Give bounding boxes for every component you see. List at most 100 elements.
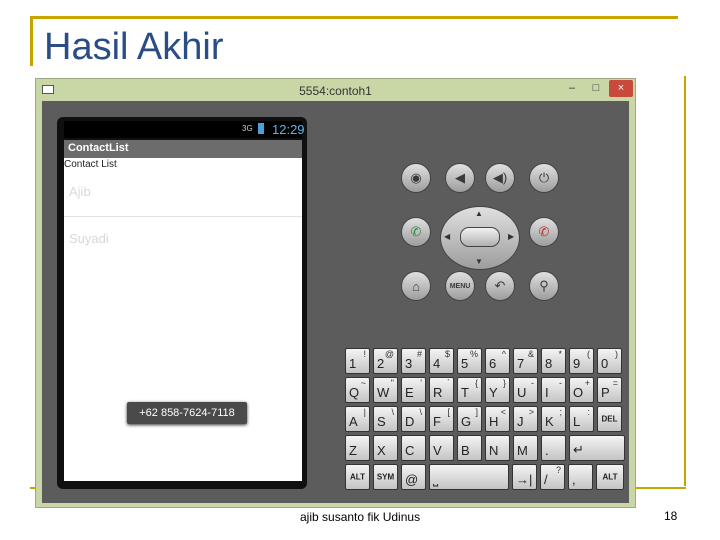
key[interactable]: U-	[513, 377, 538, 403]
key[interactable]: C	[401, 435, 426, 461]
key[interactable]: R `	[429, 377, 454, 403]
key[interactable]: ⎵	[429, 464, 509, 490]
key-label: H	[489, 414, 499, 429]
key-alt-label: %	[469, 349, 478, 359]
key[interactable]: B	[457, 435, 482, 461]
dpad-left-icon[interactable]: ◀	[444, 232, 450, 241]
close-button[interactable]: ×	[609, 80, 633, 97]
key[interactable]: 9(	[569, 348, 594, 374]
call-button[interactable]: ✆	[401, 217, 431, 247]
key-alt-label: `	[447, 378, 450, 388]
key[interactable]: 6 ^	[485, 348, 510, 374]
key-label: ↵	[573, 442, 584, 457]
key[interactable]: G]	[457, 406, 482, 432]
menu-button[interactable]: MENU	[445, 271, 475, 301]
power-button[interactable]: ⏻	[529, 163, 559, 193]
dpad-center-button[interactable]	[460, 227, 500, 247]
back-icon: ↶	[494, 278, 506, 293]
key-alt-label: #	[416, 349, 422, 359]
search-button[interactable]: ⚲	[529, 271, 559, 301]
emulator-body: 3G 12:29 ContactList Contact List Ajib S…	[42, 101, 629, 503]
volume-down-button[interactable]: ◀	[445, 163, 475, 193]
key-label: 2	[377, 356, 385, 371]
window-titlebar[interactable]: 5554:contoh1 – □ ×	[36, 79, 635, 101]
key[interactable]: T{	[457, 377, 482, 403]
key[interactable]: P =	[597, 377, 622, 403]
key[interactable]: Y}	[485, 377, 510, 403]
key-label: W	[377, 385, 390, 400]
key[interactable]: ↵	[569, 435, 625, 461]
key-alt-label: -	[531, 378, 534, 388]
key-label: 7	[517, 356, 525, 371]
key[interactable]: ALT	[596, 464, 624, 490]
minimize-button[interactable]: –	[561, 80, 583, 97]
key-label: U	[517, 385, 527, 400]
home-button[interactable]: ⌂	[401, 271, 431, 301]
key-label: /	[544, 472, 548, 487]
key[interactable]: W "	[373, 377, 398, 403]
dpad-up-icon[interactable]: ▲	[475, 209, 483, 218]
key-label: E	[405, 385, 414, 400]
key[interactable]: .	[541, 435, 566, 461]
end-call-button[interactable]: ✆	[529, 217, 559, 247]
app-title: ContactList	[68, 142, 129, 154]
volume-up-button[interactable]: ◀)	[485, 163, 515, 193]
key[interactable]: ,	[568, 464, 593, 490]
camera-button[interactable]: ◉	[401, 163, 431, 193]
status-clock: 12:29	[272, 122, 305, 137]
key[interactable]: 7 &	[513, 348, 538, 374]
key[interactable]: DEL	[597, 406, 622, 432]
key[interactable]: ALT	[345, 464, 370, 490]
key-label: N	[489, 443, 499, 458]
key-alt-label: |	[363, 407, 366, 417]
key-label: K	[545, 414, 554, 429]
key[interactable]: 3 #	[401, 348, 426, 374]
key[interactable]: I-	[541, 377, 566, 403]
key[interactable]: D \	[401, 406, 426, 432]
dpad-down-icon[interactable]: ▼	[475, 257, 483, 266]
back-button[interactable]: ↶	[485, 271, 515, 301]
key-label: ,	[572, 472, 576, 487]
contact-row[interactable]: Suyadi	[64, 217, 302, 263]
key[interactable]: L:	[569, 406, 594, 432]
key[interactable]: 2 @	[373, 348, 398, 374]
key[interactable]: 5%	[457, 348, 482, 374]
emulator-window: 5554:contoh1 – □ × 3G 12:29 ContactList …	[35, 78, 636, 508]
maximize-button[interactable]: □	[585, 80, 607, 97]
key[interactable]: E '	[401, 377, 426, 403]
key[interactable]: F[	[429, 406, 454, 432]
key-alt-label: (	[587, 349, 590, 359]
key[interactable]: /?	[540, 464, 565, 490]
key[interactable]: J >	[513, 406, 538, 432]
key[interactable]: X	[373, 435, 398, 461]
key-alt-label: -	[559, 378, 562, 388]
key-alt-label: }	[502, 378, 506, 388]
power-icon: ⏻	[538, 170, 550, 185]
key[interactable]: N	[485, 435, 510, 461]
dpad-right-icon[interactable]: ▶	[508, 232, 514, 241]
key-label: 4	[433, 356, 441, 371]
key[interactable]: Q ~	[345, 377, 370, 403]
key-label: F	[433, 414, 441, 429]
contact-row[interactable]: Ajib	[64, 170, 302, 217]
key[interactable]: S \	[373, 406, 398, 432]
key-label: V	[433, 443, 442, 458]
key[interactable]: 1!	[345, 348, 370, 374]
key[interactable]: V	[429, 435, 454, 461]
key[interactable]: 0)	[597, 348, 622, 374]
key[interactable]: →|	[512, 464, 537, 490]
key[interactable]: 4 $	[429, 348, 454, 374]
key[interactable]: O +	[569, 377, 594, 403]
key[interactable]: @	[401, 464, 426, 490]
key[interactable]: A |	[345, 406, 370, 432]
key[interactable]: M	[513, 435, 538, 461]
key[interactable]: 8 *	[541, 348, 566, 374]
key[interactable]: K;	[541, 406, 566, 432]
key[interactable]: H <	[485, 406, 510, 432]
key-label: 6	[489, 356, 497, 371]
contact-name: Ajib	[69, 184, 91, 199]
key[interactable]: SYM	[373, 464, 398, 490]
key-alt-label: "	[390, 378, 394, 388]
key-label: O	[573, 385, 584, 400]
key[interactable]: Z	[345, 435, 370, 461]
